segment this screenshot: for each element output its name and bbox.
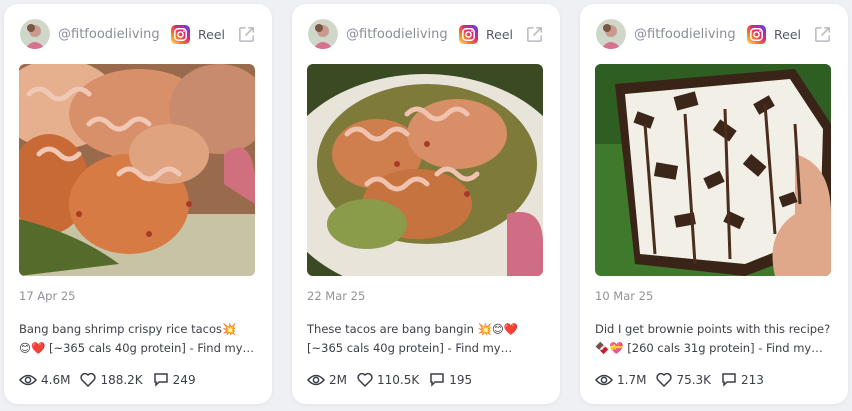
eye-icon: [19, 374, 37, 385]
external-link-icon[interactable]: [237, 25, 256, 44]
post-stats: 1.7M 75.3K 213: [595, 372, 774, 387]
views-count: 4.6M: [41, 372, 71, 387]
likes-stat: 75.3K: [656, 372, 711, 387]
instagram-icon: [171, 24, 191, 44]
eye-icon: [595, 374, 613, 385]
post-caption[interactable]: Bang bang shrimp crispy rice tacos💥 😊❤️ …: [19, 320, 259, 358]
post-stats: 4.6M 188.2K 249: [19, 372, 206, 387]
comment-icon: [430, 373, 444, 387]
caption-line: Did I get brownie points with this recip…: [595, 322, 831, 336]
comments-stat: 195: [429, 372, 472, 387]
instagram-icon: [747, 24, 767, 44]
caption-line: [~365 cals 40g protein] - Find my…: [307, 341, 513, 355]
eye-icon: [307, 374, 325, 385]
account-handle[interactable]: @fitfoodieliving: [634, 27, 743, 42]
avatar[interactable]: [596, 19, 626, 49]
caption-line: These tacos are bang bangin 💥😊❤️: [307, 322, 519, 336]
heart-icon: [80, 372, 97, 387]
post-date: 10 Mar 25: [595, 289, 654, 303]
comments-count: 213: [741, 372, 764, 387]
account-handle[interactable]: @fitfoodieliving: [58, 27, 167, 42]
caption-line: 🍫💝 [260 cals 31g protein] - Find my…: [595, 341, 823, 355]
post-thumbnail[interactable]: [307, 64, 543, 276]
post-caption[interactable]: Did I get brownie points with this recip…: [595, 320, 835, 358]
views-stat: 1.7M: [595, 373, 646, 387]
post-type-label: Reel: [486, 26, 513, 42]
post-card[interactable]: @fitfoodieliving Reel 22 Mar 25 These ta…: [292, 4, 560, 404]
comments-count: 249: [172, 372, 196, 387]
post-date: 17 Apr 25: [19, 289, 76, 303]
account-handle[interactable]: @fitfoodieliving: [346, 27, 455, 42]
avatar[interactable]: [20, 19, 50, 49]
likes-count: 188.2K: [100, 372, 143, 387]
card-header: @fitfoodieliving Reel: [596, 18, 832, 50]
post-thumbnail[interactable]: [595, 64, 831, 276]
caption-line: 😊❤️ [~365 cals 40g protein] - Find my…: [19, 341, 255, 355]
views-stat: 2M: [307, 373, 347, 387]
comments-count: 195: [449, 372, 473, 387]
post-card[interactable]: @fitfoodieliving Reel 17 Apr 25 Bang ban…: [4, 4, 272, 404]
comments-stat: 249: [153, 372, 196, 387]
heart-icon: [357, 372, 373, 387]
views-stat: 4.6M: [19, 373, 70, 387]
likes-stat: 110.5K: [357, 372, 419, 387]
caption-line: Bang bang shrimp crispy rice tacos💥: [19, 322, 237, 336]
post-card[interactable]: @fitfoodieliving Reel 10 Mar 25 Did I ge…: [580, 4, 848, 404]
external-link-icon[interactable]: [525, 25, 544, 44]
post-type-label: Reel: [774, 26, 801, 42]
views-count: 1.7M: [617, 372, 647, 387]
post-type-label: Reel: [198, 26, 225, 42]
card-header: @fitfoodieliving Reel: [308, 18, 544, 50]
instagram-icon: [459, 24, 479, 44]
post-caption[interactable]: These tacos are bang bangin 💥😊❤️ [~365 c…: [307, 320, 547, 358]
card-header: @fitfoodieliving Reel: [20, 18, 256, 50]
likes-count: 110.5K: [377, 372, 420, 387]
views-count: 2M: [329, 372, 347, 387]
post-stats: 2M 110.5K 195: [307, 372, 482, 387]
comments-stat: 213: [721, 372, 764, 387]
comment-icon: [722, 373, 736, 387]
post-date: 22 Mar 25: [307, 289, 366, 303]
likes-count: 75.3K: [676, 372, 712, 387]
avatar[interactable]: [308, 19, 338, 49]
likes-stat: 188.2K: [80, 372, 143, 387]
external-link-icon[interactable]: [813, 25, 832, 44]
post-thumbnail[interactable]: [19, 64, 255, 276]
comment-icon: [153, 373, 168, 387]
heart-icon: [656, 372, 673, 387]
